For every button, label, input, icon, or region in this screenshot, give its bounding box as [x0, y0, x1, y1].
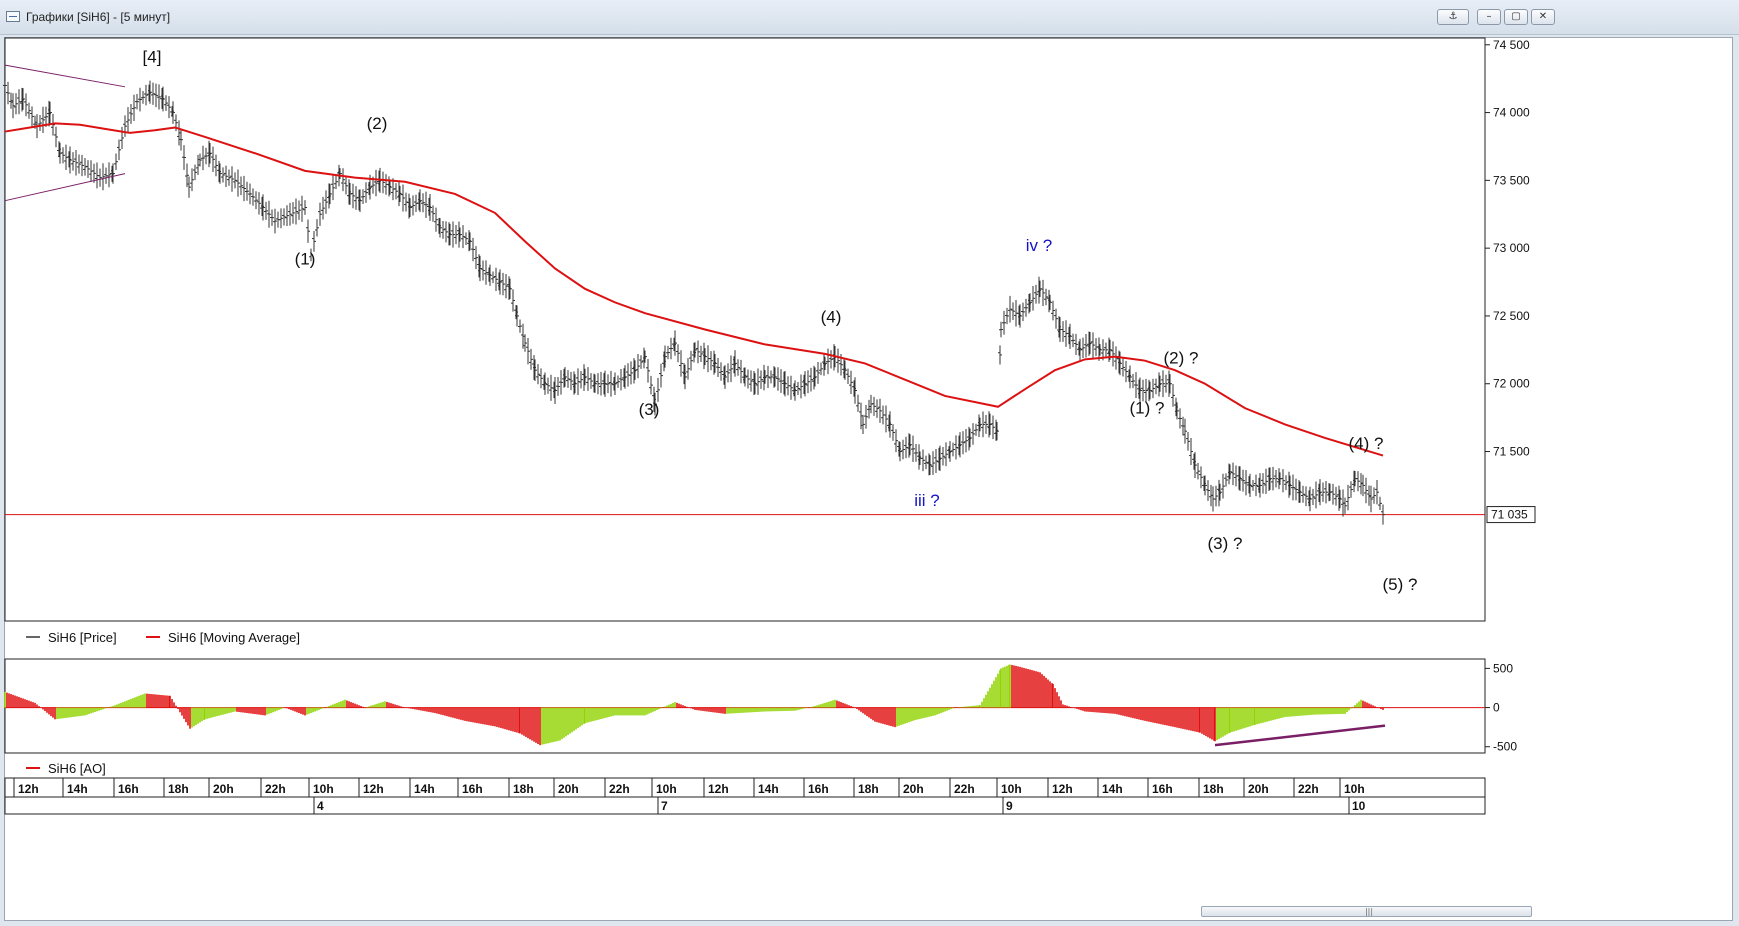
legend-price-label: SiH6 [Price] — [48, 630, 117, 645]
time-hour-label: 22h — [265, 782, 286, 796]
time-hour-label: 22h — [609, 782, 630, 796]
legend-ao-label: SiH6 [AO] — [48, 761, 106, 776]
price-y-tick-label: 74 500 — [1493, 38, 1530, 52]
wave-label: [4] — [143, 47, 162, 66]
time-day-label: 7 — [661, 799, 668, 813]
ao-y-tick-label: 500 — [1493, 661, 1513, 675]
wave-label: (3) — [639, 400, 660, 419]
wave-label: iii ? — [914, 491, 940, 510]
time-hour-label: 16h — [118, 782, 139, 796]
ao-y-tick-label: 0 — [1493, 701, 1500, 715]
time-hour-label: 20h — [1248, 782, 1269, 796]
time-hour-label: 16h — [1152, 782, 1173, 796]
time-hour-label: 18h — [1203, 782, 1224, 796]
time-hour-label: 14h — [758, 782, 779, 796]
time-hour-label: 12h — [363, 782, 384, 796]
price-y-tick-label: 73 000 — [1493, 241, 1530, 255]
time-hour-label: 14h — [67, 782, 88, 796]
time-hour-label: 12h — [18, 782, 39, 796]
time-hour-label: 20h — [558, 782, 579, 796]
time-hour-label: 18h — [858, 782, 879, 796]
chart-canvas[interactable]: 74 50074 00073 50073 00072 50072 00071 5… — [0, 0, 1739, 926]
legend-ma-label: SiH6 [Moving Average] — [168, 630, 300, 645]
time-hour-label: 10h — [1344, 782, 1365, 796]
time-hour-label: 10h — [656, 782, 677, 796]
time-day-label: 10 — [1352, 799, 1366, 813]
price-panel — [4, 37, 1486, 622]
time-hour-label: 22h — [1298, 782, 1319, 796]
wave-label: (2) — [367, 114, 388, 133]
wave-label: (4) — [821, 308, 842, 327]
scrollbar-grip[interactable]: ||| — [1363, 906, 1375, 917]
wave-label: (2) ? — [1164, 348, 1199, 367]
wave-label: (5) ? — [1383, 575, 1418, 594]
time-hour-label: 20h — [903, 782, 924, 796]
price-y-tick-label: 71 500 — [1493, 445, 1530, 459]
time-hour-label: 10h — [313, 782, 334, 796]
time-hour-label: 18h — [168, 782, 189, 796]
time-hour-label: 16h — [462, 782, 483, 796]
price-y-tick-label: 73 500 — [1493, 173, 1530, 187]
time-hour-label: 12h — [708, 782, 729, 796]
time-day-label: 9 — [1006, 799, 1013, 813]
ao-y-tick-label: -500 — [1493, 740, 1517, 754]
price-y-tick-label: 72 000 — [1493, 377, 1530, 391]
time-hour-label: 16h — [808, 782, 829, 796]
wave-label: (1) — [295, 249, 316, 268]
time-hour-label: 12h — [1052, 782, 1073, 796]
wave-label: (4) ? — [1349, 434, 1384, 453]
time-day-label: 4 — [317, 799, 324, 813]
time-hour-label: 10h — [1001, 782, 1022, 796]
last-price-label: 71 035 — [1491, 508, 1528, 522]
time-hour-label: 22h — [954, 782, 975, 796]
wave-label: (3) ? — [1208, 534, 1243, 553]
price-y-tick-label: 74 000 — [1493, 106, 1530, 120]
wave-label: iv ? — [1026, 236, 1052, 255]
wave-label: (1) ? — [1130, 399, 1165, 418]
time-hour-label: 14h — [1102, 782, 1123, 796]
time-hour-label: 20h — [213, 782, 234, 796]
price-y-tick-label: 72 500 — [1493, 309, 1530, 323]
time-hour-label: 18h — [513, 782, 534, 796]
time-hour-label: 14h — [414, 782, 435, 796]
